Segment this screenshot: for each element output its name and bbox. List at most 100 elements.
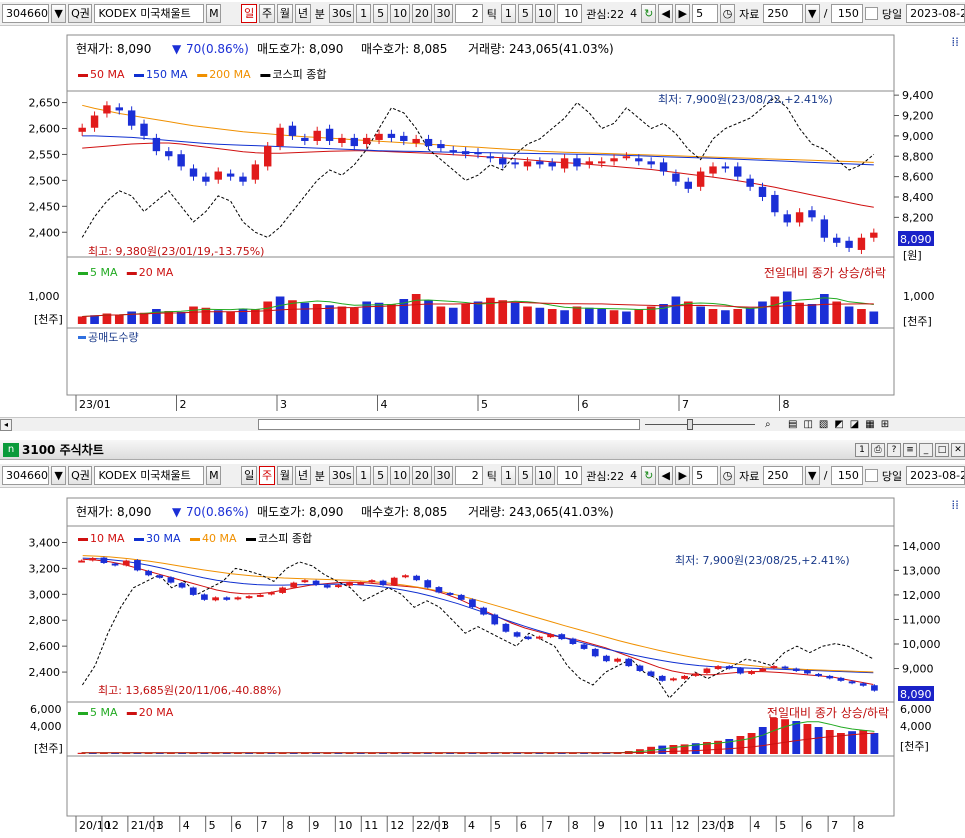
x-axis-label-5: 5 [209,819,216,832]
volume-bar-31 [461,304,470,324]
window-restore-icon[interactable]: □ [935,442,949,457]
stock-search-button[interactable]: Q권 [68,4,93,23]
lower-name-suffix-button[interactable]: M [206,466,222,485]
lower-interval-20-button[interactable]: 20 [411,466,432,485]
lower-period-year-button[interactable]: 년 [294,466,311,485]
volume-bar-4 [127,311,136,324]
legend-swatch-2 [190,538,200,541]
period-year-button[interactable]: 년 [294,4,311,23]
window-help-icon[interactable]: ? [887,442,901,457]
candle-body-12 [212,597,219,601]
candle-body-9 [189,168,198,177]
refresh-icon[interactable]: ↻ [641,4,657,23]
lower-volume-unit: [천주] [34,741,63,755]
lower-date-input[interactable]: 2023-08-2 [906,466,965,485]
window-settings-icon[interactable]: ≡ [903,442,917,457]
interval-5-button[interactable]: 5 [373,4,389,23]
volume-bar-29 [436,306,446,324]
tick-1-button[interactable]: 1 [500,4,516,23]
lower-data-count-select[interactable]: 250 [763,466,803,485]
lower-stock-code-input[interactable]: 304660 [2,466,50,485]
candle-body-51 [647,671,655,676]
max-count-input[interactable]: 150 [831,4,863,23]
tick-count-input[interactable]: 10 [556,4,583,23]
candle-body-29 [437,144,445,149]
candle-body-65 [804,670,811,674]
lower-minute-value-button[interactable]: 30s [328,466,355,485]
data-dropdown-button[interactable]: ▼ [804,4,820,23]
count-input[interactable]: 5 [692,4,718,23]
lower-clock-icon[interactable]: ◷ [719,466,736,485]
lower-tick-5-button[interactable]: 5 [517,466,533,485]
period-day-button[interactable]: 일 [241,4,258,23]
volume-bar-50 [696,306,705,324]
lower-interval-5-button[interactable]: 5 [373,466,389,485]
lower-stock-name-field[interactable]: KODEX 미국채울트 [94,466,205,485]
candle-body-30 [413,575,420,581]
zoom-slider-thumb[interactable] [687,419,693,430]
minute-value-button[interactable]: 30s [328,4,355,23]
lower-stock-search-button[interactable]: Q권 [68,466,93,485]
lower-tick-10-button[interactable]: 10 [534,466,555,485]
stock-code-input[interactable]: 304660 [2,4,50,23]
lower-interval-1-button[interactable]: 1 [356,466,372,485]
candle-body-54 [681,675,688,679]
date-input[interactable]: 2023-08-2 [906,4,965,23]
lower-tick-1-button[interactable]: 1 [500,466,516,485]
chart-tool-icons[interactable]: ▤◫▧◩◪▦⊞ [788,419,895,430]
lower-prev-arrow-icon[interactable]: ◀ [658,466,674,485]
right-axis-label-0: 9,400 [902,89,934,102]
lower-period-day-button[interactable]: 일 [241,466,258,485]
left-axis-label-1: 2,600 [29,123,61,136]
candle-body-15 [264,146,272,167]
period-week-button[interactable]: 주 [259,4,275,23]
tick-5-button[interactable]: 5 [517,4,533,23]
lower-next-arrow-icon[interactable]: ▶ [675,466,691,485]
candle-body-48 [672,173,680,182]
interval-1-button[interactable]: 1 [356,4,372,23]
candle-body-12 [226,173,235,177]
lower-interval-30-button[interactable]: 30 [433,466,454,485]
window-number-icon[interactable]: 1 [855,442,869,457]
lower-refresh-icon[interactable]: ↻ [641,466,657,485]
legend-label-0: 10 MA [90,532,125,545]
lower-period-month-button[interactable]: 월 [276,466,293,485]
volume-bar-1 [90,315,99,324]
x-axis-label-8: 8 [286,819,293,832]
next-arrow-icon[interactable]: ▶ [675,4,691,23]
lower-data-dropdown-button[interactable]: ▼ [804,466,820,485]
series-line-3 [81,561,874,699]
same-day-checkbox[interactable] [864,7,878,20]
window-minimize-icon[interactable]: _ [919,442,933,457]
lower-volume-legend: 5 MA 20 MA [78,706,174,719]
scroll-left-button[interactable]: ◂ [0,418,12,431]
clock-icon[interactable]: ◷ [719,4,736,23]
window-close-icon[interactable]: ✕ [951,442,965,457]
lower-code-dropdown-button[interactable]: ▼ [51,466,67,485]
lower-tick-count-input[interactable]: 10 [556,466,583,485]
stock-name-field[interactable]: KODEX 미국채울트 [94,4,205,23]
lower-price-badge-text: 8,090 [900,688,932,701]
lower-interval-10-button[interactable]: 10 [390,466,410,485]
lower-count-input[interactable]: 5 [692,466,718,485]
prev-arrow-icon[interactable]: ◀ [658,4,674,23]
interval-30-button[interactable]: 30 [433,4,454,23]
name-suffix-button[interactable]: M [206,4,222,23]
interval-10-button[interactable]: 10 [390,4,410,23]
code-dropdown-button[interactable]: ▼ [51,4,67,23]
window-print-icon[interactable]: ⎙ [871,442,885,457]
interval-20-button[interactable]: 20 [411,4,432,23]
legend-label-1: 150 MA [146,68,188,81]
candle-body-58 [725,666,733,669]
lower-max-count-input[interactable]: 150 [831,466,863,485]
tick-value-input[interactable]: 2 [455,4,483,23]
scroll-track[interactable] [258,419,640,430]
lower-tick-value-input[interactable]: 2 [455,466,483,485]
lower-same-day-checkbox[interactable] [864,469,878,482]
period-month-button[interactable]: 월 [276,4,293,23]
tick-10-button[interactable]: 10 [534,4,555,23]
zoom-search-icon[interactable]: ⌕ [765,419,771,430]
legend-label-3: 코스피 종합 [272,68,326,81]
data-count-select[interactable]: 250 [763,4,803,23]
lower-period-week-button[interactable]: 주 [259,466,275,485]
